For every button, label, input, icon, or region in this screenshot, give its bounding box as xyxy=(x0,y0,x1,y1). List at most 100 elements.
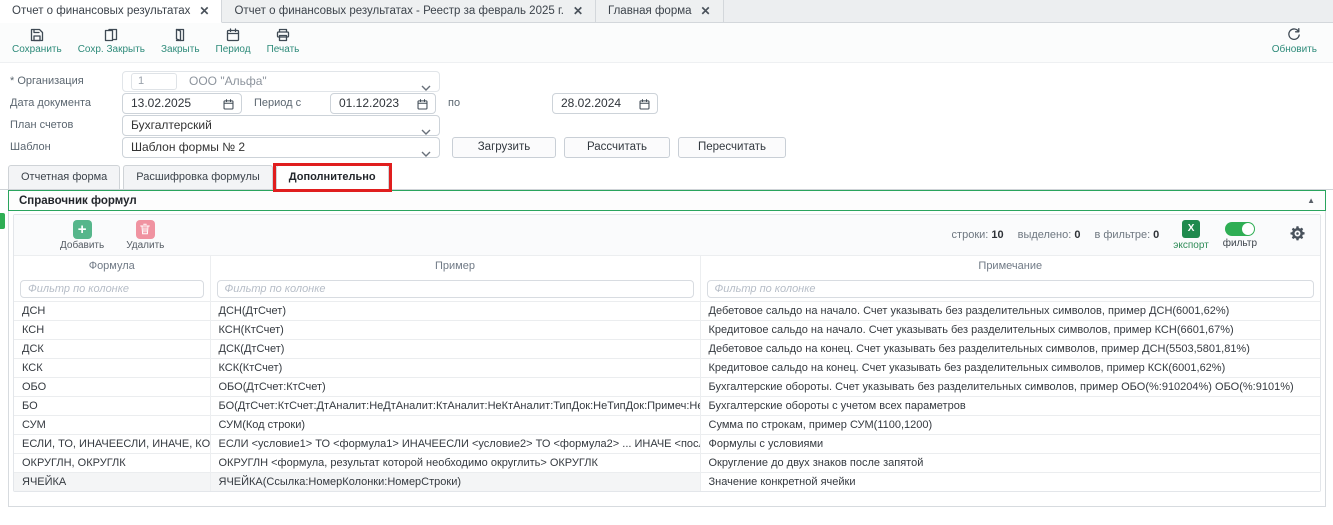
filter-input-note[interactable] xyxy=(707,280,1315,298)
filter-input-example[interactable] xyxy=(217,280,694,298)
window-tab-bar: Отчет о финансовых результатах ✕ Отчет о… xyxy=(0,0,1333,23)
tab-report-form[interactable]: Отчетная форма xyxy=(8,165,120,189)
chevron-down-icon[interactable] xyxy=(421,80,431,94)
toggle-on-icon[interactable] xyxy=(1225,222,1255,236)
filter-label: фильтр xyxy=(1223,238,1257,249)
gear-icon xyxy=(1289,233,1306,245)
table-row[interactable]: ЯЧЕЙКАЯЧЕЙКА(Ссылка:НомерКолонки:НомерСт… xyxy=(14,472,1320,491)
refresh-button[interactable]: Обновить xyxy=(1272,27,1317,55)
table-cell: Округление до двух знаков после запятой xyxy=(700,453,1320,472)
add-label: Добавить xyxy=(60,240,104,251)
print-label: Печать xyxy=(267,44,300,55)
save-close-button[interactable]: Сохр. Закрыть xyxy=(78,27,145,55)
close-icon[interactable]: ✕ xyxy=(573,4,583,18)
save-close-icon xyxy=(103,27,119,43)
table-cell: БО xyxy=(14,396,210,415)
grid-toolbar: + Добавить Удалить строки:10 выделено:0 … xyxy=(14,215,1320,255)
table-cell: Формулы с условиями xyxy=(700,434,1320,453)
delete-label: Удалить xyxy=(126,240,164,251)
close-icon[interactable]: ✕ xyxy=(701,4,711,18)
column-header-note[interactable]: Примечание xyxy=(700,256,1320,277)
trash-icon xyxy=(136,220,155,239)
table-header-row: Формула Пример Примечание xyxy=(14,256,1320,277)
period-from-label: Период с xyxy=(254,97,330,109)
panel-header[interactable]: Справочник формул ▲ xyxy=(8,190,1326,211)
doc-date-label: Дата документа xyxy=(10,97,122,109)
chart-of-accounts-select[interactable]: Бухгалтерский xyxy=(122,115,440,136)
column-header-formula[interactable]: Формула xyxy=(14,256,210,277)
add-row-button[interactable]: + Добавить xyxy=(60,220,104,251)
period-to-label: по xyxy=(448,97,552,109)
formula-table-body: ДСНДСН(ДтСчет)Дебетовое сальдо на начало… xyxy=(14,301,1320,491)
table-cell: ЕСЛИ, ТО, ИНАЧЕЕСЛИ, ИНАЧЕ, КОНЕЦ xyxy=(14,434,210,453)
doc-date-input[interactable] xyxy=(123,96,215,110)
filter-toggle[interactable]: фильтр xyxy=(1223,222,1257,249)
window-tab-report[interactable]: Отчет о финансовых результатах ✕ xyxy=(0,0,222,23)
door-icon xyxy=(172,27,188,43)
delete-row-button[interactable]: Удалить xyxy=(126,220,164,251)
close-label: Закрыть xyxy=(161,44,200,55)
table-cell: ДСК xyxy=(14,339,210,358)
chevron-down-icon xyxy=(421,124,431,138)
export-label: экспорт xyxy=(1173,240,1209,251)
tab-additional[interactable]: Дополнительно xyxy=(276,165,389,190)
rows-count: строки:10 xyxy=(952,229,1004,241)
grid-stats: строки:10 выделено:0 в фильтре:0 X экспо… xyxy=(952,220,1306,251)
window-tab-label: Главная форма xyxy=(608,5,692,17)
filter-input-formula[interactable] xyxy=(20,280,204,298)
organization-combobox[interactable]: 1 ООО "Альфа" xyxy=(122,71,440,92)
close-button[interactable]: Закрыть xyxy=(161,27,200,55)
template-select[interactable]: Шаблон формы № 2 xyxy=(122,137,440,158)
close-icon[interactable]: ✕ xyxy=(199,4,209,18)
table-cell: ОКРУГЛН <формула, результат которой необ… xyxy=(210,453,700,472)
load-button[interactable]: Загрузить xyxy=(452,137,556,158)
tab-label: Дополнительно xyxy=(289,171,376,183)
table-row[interactable]: ДСНДСН(ДтСчет)Дебетовое сальдо на начало… xyxy=(14,301,1320,320)
table-cell: ЯЧЕЙКА xyxy=(14,472,210,491)
table-row[interactable]: КСНКСН(КтСчет)Кредитовое сальдо на начал… xyxy=(14,320,1320,339)
window-tab-label: Отчет о финансовых результатах xyxy=(12,5,190,17)
period-label: Период xyxy=(216,44,251,55)
save-button[interactable]: Сохранить xyxy=(12,27,62,55)
export-excel-button[interactable]: X экспорт xyxy=(1173,220,1209,251)
period-from-field[interactable] xyxy=(330,93,436,114)
window-tab-main-form[interactable]: Главная форма ✕ xyxy=(596,0,724,22)
main-toolbar: Сохранить Сохр. Закрыть Закрыть Период П… xyxy=(0,23,1333,63)
calendar-icon[interactable] xyxy=(638,98,651,116)
print-button[interactable]: Печать xyxy=(267,27,300,55)
selected-count: выделено:0 xyxy=(1018,229,1081,241)
table-row[interactable]: СУМСУМ(Код строки)Сумма по строкам, прим… xyxy=(14,415,1320,434)
table-row[interactable]: КСККСК(КтСчет)Кредитовое сальдо на конец… xyxy=(14,358,1320,377)
calendar-icon[interactable] xyxy=(222,98,235,116)
table-row[interactable]: ОБООБО(ДтСчет:КтСчет)Бухгалтерские оборо… xyxy=(14,377,1320,396)
period-to-input[interactable] xyxy=(553,96,631,110)
calendar-icon xyxy=(225,27,241,43)
side-panel-handle[interactable] xyxy=(0,213,5,229)
period-from-input[interactable] xyxy=(331,96,409,110)
period-to-field[interactable] xyxy=(552,93,658,114)
chart-of-accounts-label: План счетов xyxy=(10,119,122,131)
table-row[interactable]: ЕСЛИ, ТО, ИНАЧЕЕСЛИ, ИНАЧЕ, КОНЕЦЕСЛИ <у… xyxy=(14,434,1320,453)
filtered-count: в фильтре:0 xyxy=(1094,229,1159,241)
window-tab-label: Отчет о финансовых результатах - Реестр … xyxy=(234,5,563,17)
refresh-icon xyxy=(1286,27,1302,43)
table-row[interactable]: ДСКДСК(ДтСчет)Дебетовое сальдо на конец.… xyxy=(14,339,1320,358)
column-header-example[interactable]: Пример xyxy=(210,256,700,277)
collapse-caret-icon[interactable]: ▲ xyxy=(1307,196,1315,205)
table-cell: КСН xyxy=(14,320,210,339)
calculate-button[interactable]: Рассчитать xyxy=(564,137,670,158)
table-cell: СУМ xyxy=(14,415,210,434)
table-row[interactable]: ОКРУГЛН, ОКРУГЛКОКРУГЛН <формула, резуль… xyxy=(14,453,1320,472)
org-code-field[interactable]: 1 xyxy=(131,73,177,90)
tab-formula-decoding[interactable]: Расшифровка формулы xyxy=(123,165,272,189)
window-tab-register[interactable]: Отчет о финансовых результатах - Реестр … xyxy=(222,0,596,22)
table-cell: Дебетовое сальдо на начало. Счет указыва… xyxy=(700,301,1320,320)
recalculate-button[interactable]: Пересчитать xyxy=(678,137,786,158)
doc-date-field[interactable] xyxy=(122,93,242,114)
table-row[interactable]: БОБО(ДтСчет:КтСчет:ДтАналит:НеДтАналит:К… xyxy=(14,396,1320,415)
grid-settings-button[interactable] xyxy=(1289,225,1306,245)
calendar-icon[interactable] xyxy=(416,98,429,116)
org-name-value: ООО "Альфа" xyxy=(189,74,267,88)
table-cell: ЯЧЕЙКА(Ссылка:НомерКолонки:НомерСтроки) xyxy=(210,472,700,491)
period-button[interactable]: Период xyxy=(216,27,251,55)
